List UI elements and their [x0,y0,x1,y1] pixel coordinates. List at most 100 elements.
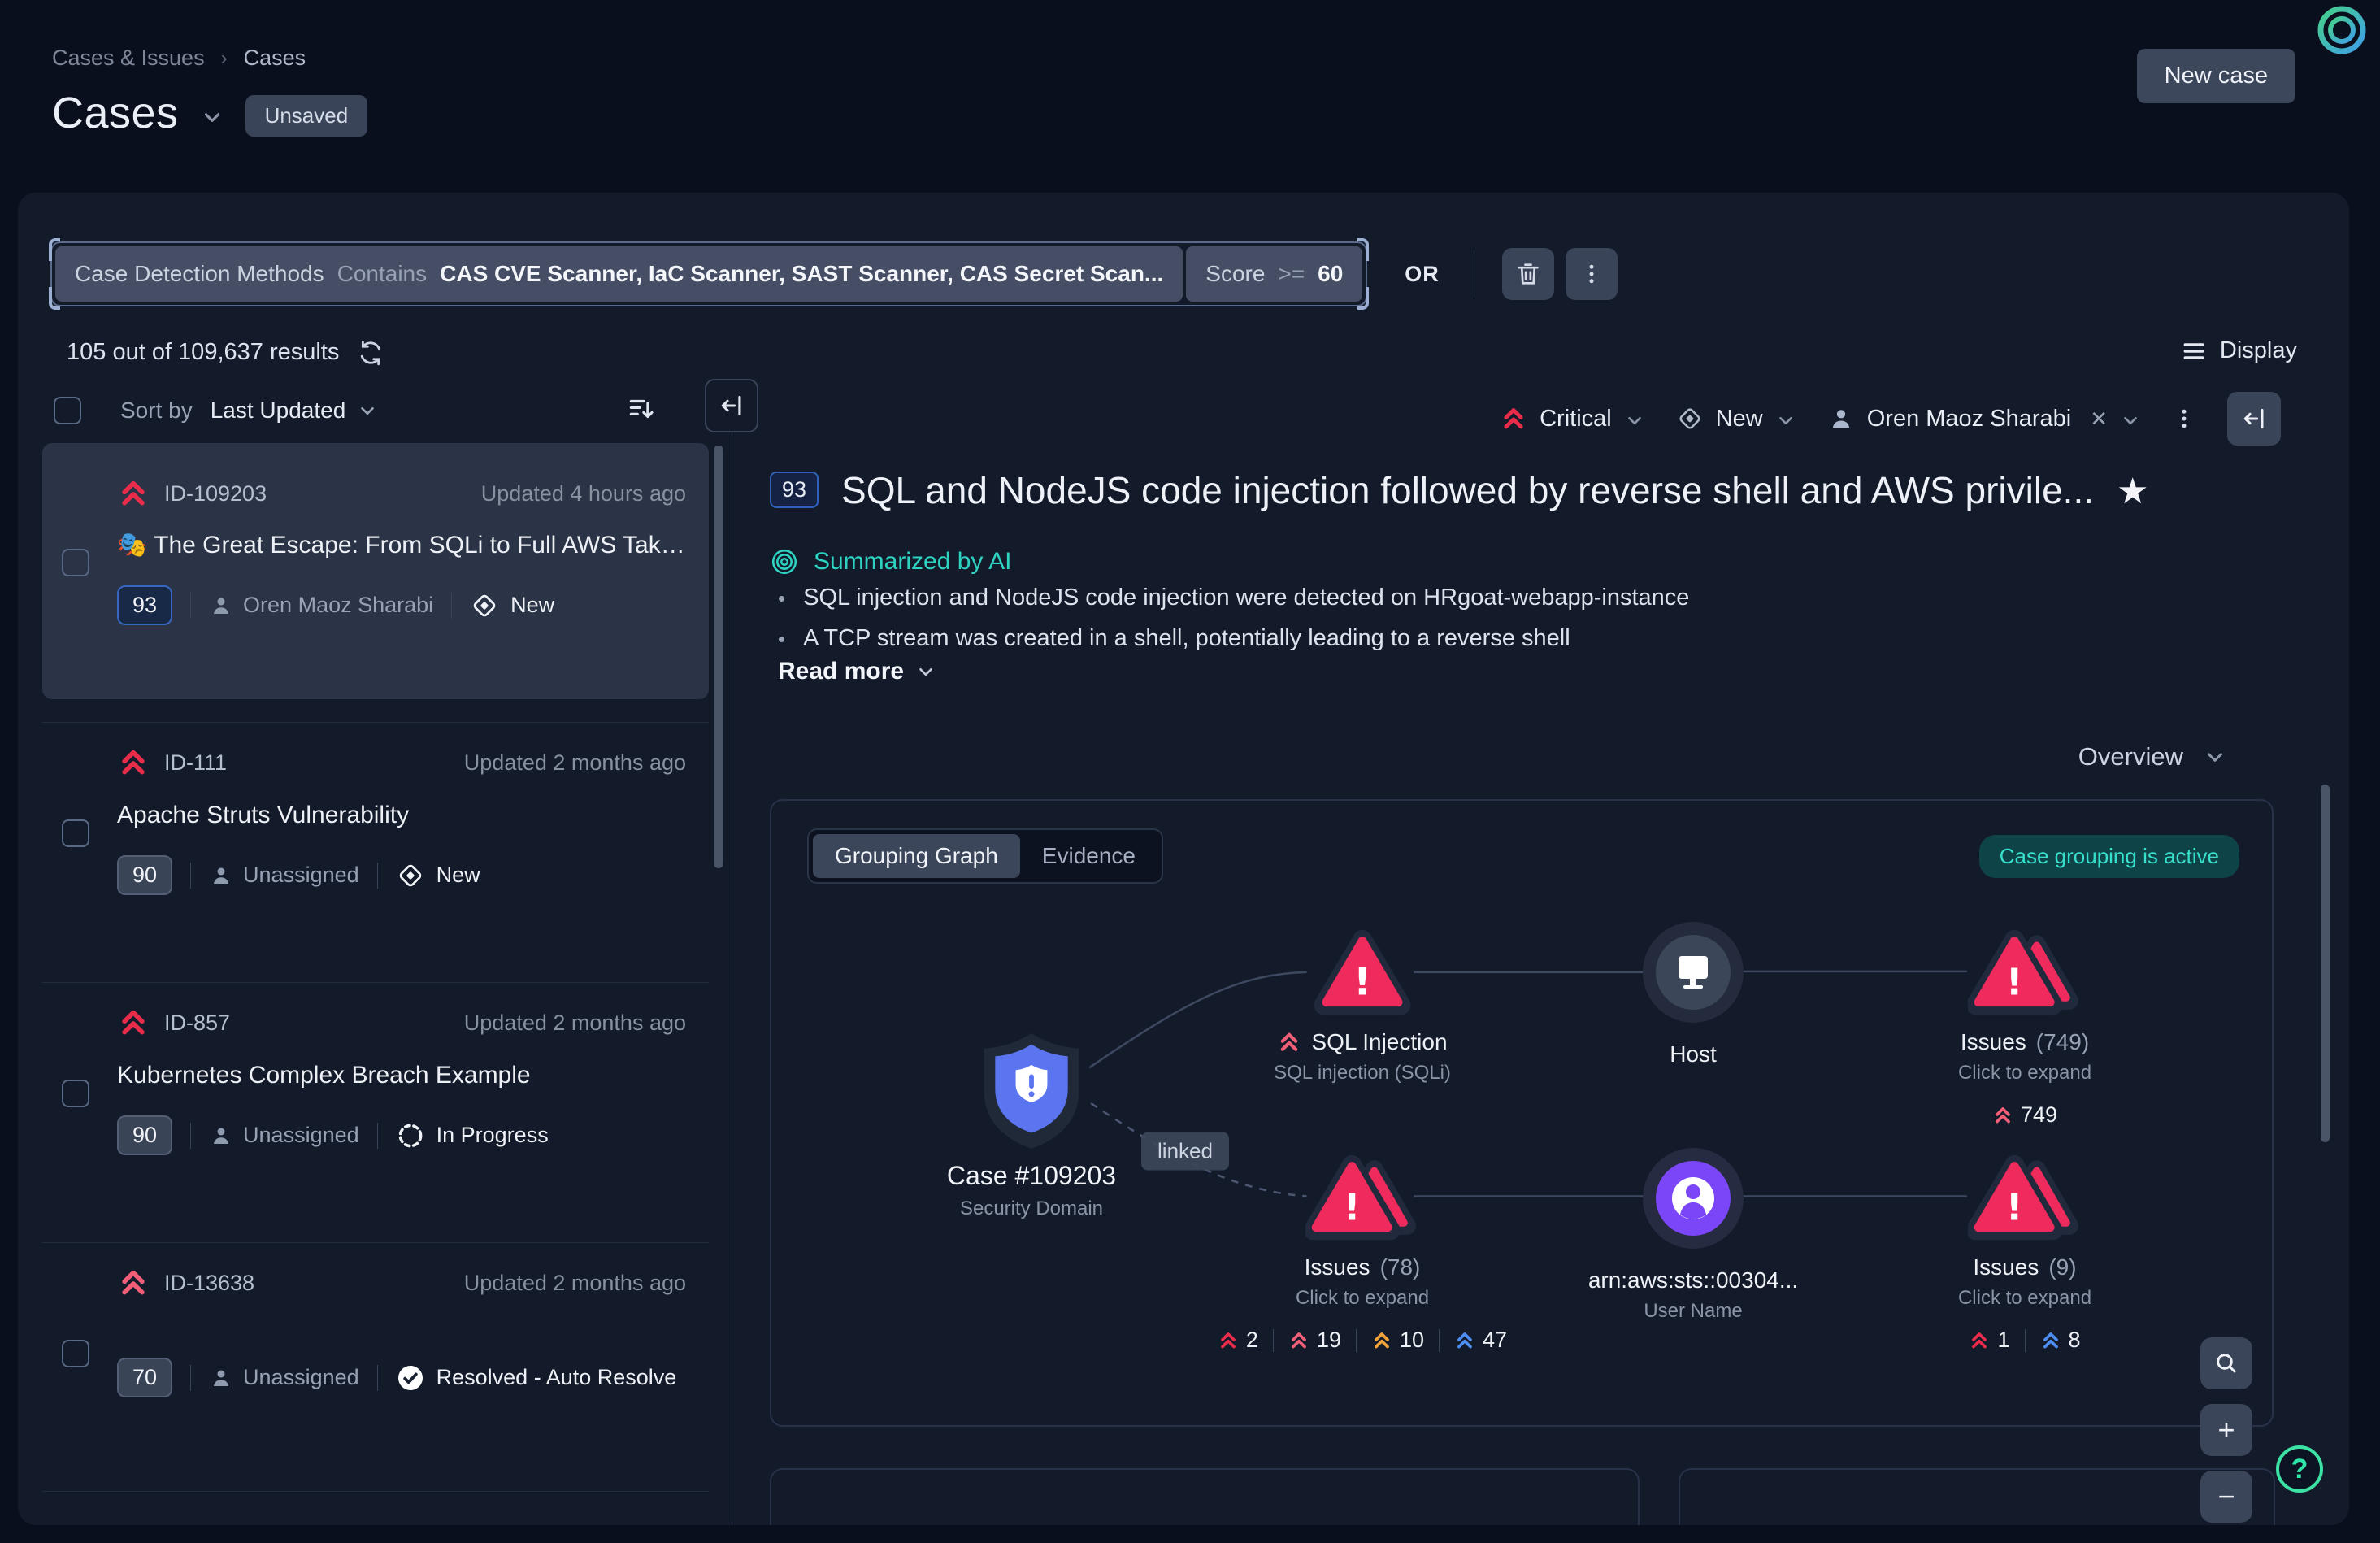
warning-triangle-icon: ! [1313,929,1412,1017]
sort-value-dropdown[interactable]: Last Updated [211,398,379,424]
divider [1439,1329,1440,1352]
bottom-card-right [1679,1468,2275,1525]
graph-node-sql-injection[interactable]: ! SQL Injection SQL injection (SQLi) [1216,929,1509,1084]
case-row-id-111[interactable]: ID-111 Updated 2 months ago Apache Strut… [42,724,709,967]
graph-node-user[interactable]: arn:aws:sts::00304... User Name [1522,1146,1864,1323]
case-updated: Updated 2 months ago [464,750,686,776]
case-score-badge: 90 [117,1115,172,1155]
graph-search-button[interactable] [2200,1337,2252,1389]
filter-chip-detection-methods[interactable]: Case Detection Methods Contains CAS CVE … [55,246,1183,302]
case-checkbox[interactable] [62,1340,89,1367]
clear-assignee-icon[interactable]: ✕ [2090,406,2108,432]
delete-filter-button[interactable] [1502,248,1554,300]
graph-node-label: Issues [1961,1029,2026,1055]
status-new-icon [1676,405,1704,432]
case-updated: Updated 2 months ago [464,1011,686,1036]
case-checkbox[interactable] [62,1080,89,1107]
collapse-left-icon [2240,405,2268,432]
list-scrollbar[interactable] [714,446,723,868]
unsaved-badge: Unsaved [245,95,368,137]
zoom-in-button[interactable]: + [2200,1404,2252,1456]
brand-logo-icon [2315,3,2369,57]
graph-node-issues-9[interactable]: ! Issues (9) Click to expand 1 [1878,1154,2171,1353]
case-assignee: Unassigned [209,863,359,888]
case-row-id-109203[interactable]: ID-109203 Updated 4 hours ago 🎭 The Grea… [42,443,709,699]
collapse-list-button[interactable] [705,379,758,432]
case-detail-header: Critical New Oren Maoz Sharabi ✕ [1500,390,2281,447]
collapse-detail-button[interactable] [2227,392,2281,446]
case-title: SQL and NodeJS code injection followed b… [841,468,2094,512]
severity-dropdown[interactable]: Critical [1500,405,1645,432]
severity-high-icon [1992,1105,2013,1126]
read-more-button[interactable]: Read more [778,658,936,685]
case-title-row: 93 SQL and NodeJS code injection followe… [770,467,2235,512]
graph-node-sublabel: SQL injection (SQLi) [1216,1062,1509,1084]
filter-value: CAS CVE Scanner, IaC Scanner, SAST Scann… [440,261,1163,287]
breadcrumb-cases[interactable]: Cases [244,46,306,71]
select-all-checkbox[interactable] [54,397,81,424]
severity-count: 8 [2040,1328,2081,1353]
filter-chip-score[interactable]: Score >= 60 [1186,246,1362,302]
assignee-name: Oren Maoz Sharabi [1867,406,2071,432]
graph-node-label: Case #109203 [885,1161,1178,1191]
refresh-icon[interactable] [357,339,384,367]
detail-scrollbar[interactable] [2321,785,2330,1142]
case-row-id-13638[interactable]: ID-13638 Updated 2 months ago 70 Unassig… [42,1244,709,1488]
severity-count: 1 [1969,1328,2009,1353]
case-more-options-button[interactable] [2172,406,2196,431]
graph-node-issues-78[interactable]: ! Issues (78) Click to expand 2 [1200,1154,1525,1353]
graph-node-issues-749[interactable]: ! Issues (749) Click to expand 749 [1878,929,2171,1128]
divider [451,593,452,619]
section-selector-label: Overview [2078,742,2183,772]
case-status-label: In Progress [436,1123,549,1148]
severity-high-icon [1277,1030,1301,1054]
filter-operator: >= [1278,261,1305,287]
case-updated: Updated 4 hours ago [481,481,686,506]
main-panel: Case Detection Methods Contains CAS CVE … [18,193,2349,1525]
graph-canvas[interactable]: Case #109203 Security Domain ! [771,801,2272,1425]
severity-critical-icon [1218,1330,1239,1351]
sort-by-label: Sort by [120,398,193,424]
ai-summary-bullet-text: A TCP stream was created in a shell, pot… [803,625,1570,652]
svg-text:!: ! [2006,1186,2023,1229]
favorite-star-icon[interactable]: ★ [2117,471,2148,512]
severity-count: 749 [1992,1102,2057,1128]
case-row-id-857[interactable]: ID-857 Updated 2 months ago Kubernetes C… [42,984,709,1228]
severity-count: 47 [1454,1328,1507,1353]
graph-node-host[interactable]: Host [1571,920,1815,1067]
status-dropdown[interactable]: New [1676,405,1796,432]
severity-count: 10 [1371,1328,1424,1353]
display-button[interactable]: Display [2181,337,2297,364]
case-checkbox[interactable] [62,819,89,847]
graph-node-sublabel: Security Domain [885,1197,1178,1220]
case-assignee: Oren Maoz Sharabi [209,593,433,618]
sort-direction-button[interactable] [626,393,657,424]
stacked-warning-triangles-icon: ! [1305,1154,1419,1242]
breadcrumb-cases-and-issues[interactable]: Cases & Issues [52,46,205,71]
case-status-label: New [510,593,554,618]
title-chevron-down-icon[interactable] [200,105,224,129]
filter-join-operator[interactable]: OR [1405,262,1440,287]
page: Cases & Issues › Cases Cases Unsaved New… [0,0,2380,1543]
case-checkbox[interactable] [62,549,89,576]
filter-more-options-button[interactable] [1566,248,1618,300]
divider [42,1491,709,1492]
shield-alert-icon [976,1030,1087,1149]
filter-row: Case Detection Methods Contains CAS CVE … [50,241,1618,306]
assignee-dropdown[interactable]: Oren Maoz Sharabi ✕ [1827,405,2141,432]
graph-node-case[interactable]: Case #109203 Security Domain [885,1030,1178,1220]
severity-critical-icon [1969,1330,1990,1351]
trash-icon [1514,260,1542,288]
section-selector-dropdown[interactable]: Overview [2078,742,2227,772]
case-list: Sort by Last Updated ID-109203 Update [42,382,732,1525]
case-score-badge: 93 [117,585,172,625]
help-button[interactable]: ? [2276,1445,2323,1493]
graph-node-label: SQL Injection [1311,1029,1447,1055]
person-icon [209,1366,233,1390]
divider [1356,1329,1357,1352]
graph-node-count: (749) [2036,1029,2089,1055]
severity-low-icon [2040,1330,2061,1351]
svg-text:!: ! [1344,1186,1361,1229]
graph-node-label: Issues [1973,1254,2039,1280]
new-case-button[interactable]: New case [2137,49,2295,103]
